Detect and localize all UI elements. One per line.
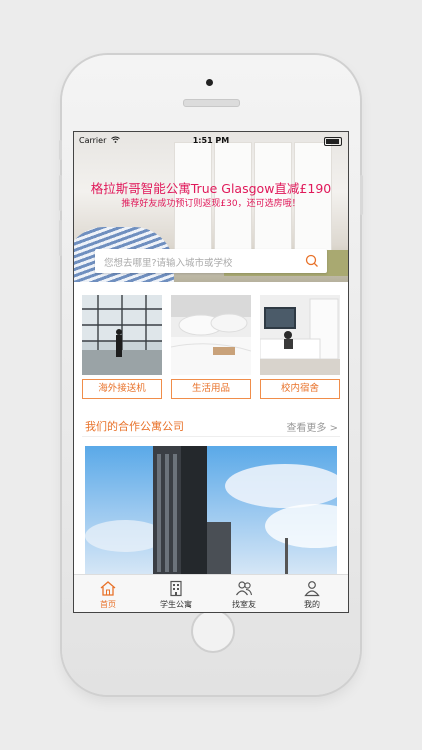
tab-label: 找室友 — [232, 600, 256, 609]
section-title: 我们的合作公寓公司 — [85, 420, 184, 433]
category-campus-dorm[interactable]: 校内宿舍 — [260, 295, 340, 401]
home-button[interactable] — [191, 609, 235, 653]
dorm-image — [260, 295, 340, 375]
tab-profile[interactable]: 我的 — [278, 577, 346, 612]
bedding-image — [171, 295, 251, 375]
tab-find-roommates[interactable]: 找室友 — [210, 577, 278, 612]
power-button — [360, 175, 363, 215]
banner-title: 格拉斯哥智能公寓True Glasgow直减£190 — [90, 181, 332, 196]
category-label: 生活用品 — [171, 379, 251, 399]
search-bar[interactable]: 您想去哪里?请输入城市或学校 — [95, 249, 327, 273]
clock: 1:51 PM — [192, 136, 230, 145]
tab-label: 学生公寓 — [160, 600, 192, 609]
volume-down-button — [59, 220, 62, 256]
home-icon — [100, 581, 116, 596]
divider — [82, 436, 340, 437]
tab-label: 首页 — [100, 600, 116, 609]
battery-icon — [324, 137, 342, 146]
profile-icon — [304, 581, 320, 597]
see-more-link[interactable]: 查看更多 > — [286, 419, 338, 434]
airport-image — [82, 295, 162, 375]
category-daily-goods[interactable]: 生活用品 — [171, 295, 251, 401]
mute-switch — [59, 140, 62, 160]
partner-apartment-image[interactable] — [85, 446, 337, 576]
category-airport-pickup[interactable]: 海外接送机 — [82, 295, 162, 401]
search-input[interactable]: 您想去哪里?请输入城市或学校 — [104, 255, 233, 269]
status-bar: Carrier 1:51 PM — [74, 132, 348, 150]
category-label: 海外接送机 — [82, 379, 162, 399]
building-icon — [170, 580, 182, 597]
front-camera — [206, 79, 213, 86]
roommates-icon — [236, 581, 253, 596]
banner-subtitle: 推荐好友成功预订则返现£30，还可选房哦！ — [121, 199, 301, 209]
tab-bar: 首页 学生公寓 找室友 我的 — [74, 574, 348, 612]
app-screen: 格拉斯哥智能公寓True Glasgow直减£190 推荐好友成功预订则返现£3… — [73, 131, 349, 613]
promo-banner[interactable]: 格拉斯哥智能公寓True Glasgow直减£190 推荐好友成功预订则返现£3… — [74, 132, 348, 282]
tab-home[interactable]: 首页 — [74, 577, 142, 612]
category-label: 校内宿舍 — [260, 379, 340, 399]
volume-up-button — [59, 175, 62, 211]
earpiece-speaker — [183, 99, 240, 107]
tab-label: 我的 — [304, 600, 320, 609]
search-icon[interactable] — [305, 254, 319, 268]
tab-student-apartments[interactable]: 学生公寓 — [142, 577, 210, 612]
category-grid: 海外接送机 生活用品 校内宿舍 — [82, 295, 340, 401]
